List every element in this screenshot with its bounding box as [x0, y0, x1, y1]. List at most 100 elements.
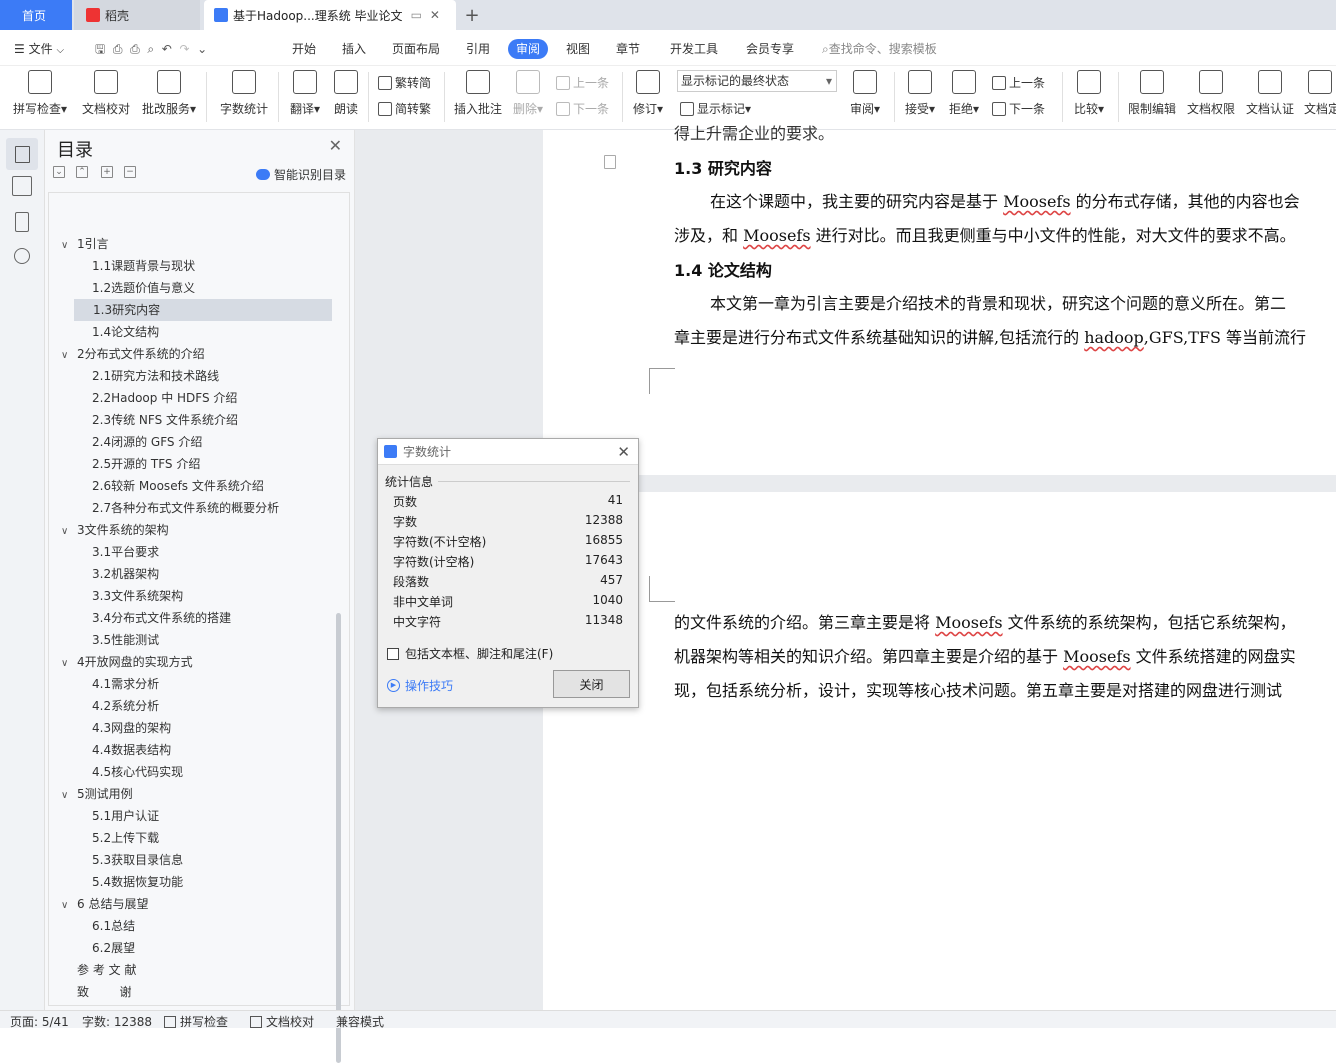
menu-reference[interactable]: 引用: [466, 39, 490, 59]
tab-daoke[interactable]: 稻壳: [74, 0, 200, 30]
toc-item[interactable]: 4.5核心代码实现: [92, 761, 183, 783]
spell-check-button[interactable]: 拼写检查▾: [10, 70, 70, 117]
menu-chapter[interactable]: 章节: [616, 39, 640, 59]
track-changes-button[interactable]: 修订▾: [630, 70, 666, 117]
restrict-editing-button[interactable]: 限制编辑: [1126, 70, 1178, 117]
menu-member[interactable]: 会员专享: [746, 39, 794, 59]
toc-item[interactable]: 3.3文件系统架构: [92, 585, 183, 607]
document-page[interactable]: 得上升需企业的要求。 1.3 研究内容 在这个课题中，我主要的研究内容是基于 M…: [543, 124, 1336, 475]
status-spell-check[interactable]: 拼写检查: [164, 1013, 228, 1030]
spelling-error-word[interactable]: hadoop: [1084, 328, 1144, 347]
add-heading-icon[interactable]: +: [101, 166, 113, 178]
toc-item[interactable]: 4.2系统分析: [92, 695, 159, 717]
close-icon[interactable]: ✕: [617, 443, 630, 461]
include-textbox-checkbox[interactable]: 包括文本框、脚注和尾注(F): [387, 645, 553, 662]
toc-item[interactable]: 2.7各种分布式文件系统的概要分析: [92, 497, 279, 519]
next-change-button[interactable]: 下一条: [992, 100, 1045, 117]
collapse-all-icon[interactable]: ⌄: [53, 166, 65, 178]
toc-item[interactable]: 6.2展望: [92, 937, 135, 959]
new-tab-button[interactable]: +: [462, 0, 482, 30]
toc-item[interactable]: 1.1课题背景与现状: [92, 255, 195, 277]
toc-item[interactable]: ∨ 3文件系统的架构: [61, 519, 169, 541]
chevron-down-icon[interactable]: ∨: [61, 235, 77, 257]
toc-item[interactable]: 2.4闭源的 GFS 介绍: [92, 431, 202, 453]
insert-comment-button[interactable]: 插入批注: [452, 70, 504, 117]
simp-to-trad-button[interactable]: 简转繁: [378, 100, 431, 117]
toc-item[interactable]: ∨ 2分布式文件系统的介绍: [61, 343, 205, 365]
translate-button[interactable]: 翻译▾: [286, 70, 324, 117]
menu-insert[interactable]: 插入: [342, 39, 366, 59]
toc-item[interactable]: 1.3研究内容: [74, 299, 332, 321]
close-icon[interactable]: ✕: [329, 136, 342, 155]
remove-heading-icon[interactable]: −: [124, 166, 136, 178]
spelling-error-word[interactable]: Moosefs: [1063, 647, 1130, 666]
print-icon[interactable]: ⎙: [130, 42, 140, 56]
next-comment-button[interactable]: 下一条: [556, 100, 609, 117]
toc-item[interactable]: 1.4论文结构: [92, 321, 159, 343]
toc-item[interactable]: 5.2上传下载: [92, 827, 159, 849]
undo-icon[interactable]: ↶: [162, 42, 172, 56]
toc-item[interactable]: 5.3获取目录信息: [92, 849, 183, 871]
search-icon[interactable]: [14, 248, 30, 264]
tab-home[interactable]: 首页: [0, 0, 72, 30]
monitor-icon[interactable]: ▭: [411, 8, 422, 22]
menu-review[interactable]: 审阅: [508, 39, 549, 59]
paragraph-menu-icon[interactable]: [604, 155, 616, 169]
word-count-indicator[interactable]: 字数: 12388: [82, 1013, 152, 1030]
chevron-down-icon[interactable]: ∨: [61, 653, 77, 675]
chevron-down-icon[interactable]: ∨: [61, 345, 77, 367]
toc-item[interactable]: 2.5开源的 TFS 介绍: [92, 453, 200, 475]
page-indicator[interactable]: 页面: 5/41: [10, 1013, 69, 1030]
toc-item[interactable]: 2.6较新 Moosefs 文件系统介绍: [92, 475, 264, 497]
toc-item[interactable]: 4.3网盘的架构: [92, 717, 171, 739]
toc-item[interactable]: 1.2选题价值与意义: [92, 277, 195, 299]
chevron-down-icon[interactable]: ∨: [61, 785, 77, 807]
menu-developer[interactable]: 开发工具: [670, 39, 718, 59]
reviewing-pane-button[interactable]: 审阅▾: [846, 70, 884, 117]
reject-button[interactable]: 拒绝▾: [946, 70, 982, 117]
doc-permission-button[interactable]: 文档权限: [1185, 70, 1237, 117]
toc-scrollbar[interactable]: [336, 613, 341, 1063]
toc-item[interactable]: 4.1需求分析: [92, 673, 159, 695]
read-aloud-button[interactable]: 朗读: [330, 70, 362, 117]
toc-item[interactable]: ∨ 6 总结与展望: [61, 893, 148, 915]
prev-change-button[interactable]: 上一条: [992, 74, 1045, 91]
toc-item[interactable]: 参 考 文 献: [61, 959, 136, 981]
accept-button[interactable]: 接受▾: [902, 70, 938, 117]
markup-state-select[interactable]: 显示标记的最终状态: [677, 70, 837, 92]
spelling-error-word[interactable]: Moosefs: [743, 226, 810, 245]
document-page[interactable]: 的文件系统的介绍。第三章主要是将 Moosefs 文件系统的系统架构，包括它系统…: [543, 492, 1336, 1010]
menu-layout[interactable]: 页面布局: [392, 39, 440, 59]
expand-up-icon[interactable]: ⌃: [76, 166, 88, 178]
prev-comment-button[interactable]: 上一条: [556, 74, 609, 91]
chevron-down-icon[interactable]: ∨: [61, 521, 77, 543]
correction-service-button[interactable]: 批改服务▾: [138, 70, 200, 117]
toc-item[interactable]: 致 谢: [61, 981, 132, 1003]
spelling-error-word[interactable]: Moosefs: [935, 613, 1002, 632]
menu-view[interactable]: 视图: [566, 39, 590, 59]
toc-item[interactable]: ∨ 4开放网盘的实现方式: [61, 651, 193, 673]
toc-item[interactable]: 4.4数据表结构: [92, 739, 171, 761]
tips-link[interactable]: ▶ 操作技巧: [387, 677, 453, 694]
bookmark-icon[interactable]: [15, 212, 29, 232]
toc-item[interactable]: 2.2Hadoop 中 HDFS 介绍: [92, 387, 237, 409]
export-pdf-icon[interactable]: ⎙: [113, 42, 123, 56]
proofread-button[interactable]: 文档校对: [78, 70, 134, 117]
print-preview-icon[interactable]: ⌕: [147, 42, 154, 56]
word-count-button[interactable]: 字数统计: [216, 70, 272, 117]
customize-icon[interactable]: ⌄: [197, 42, 207, 56]
delete-comment-button[interactable]: 删除▾: [510, 70, 546, 117]
spelling-error-word[interactable]: Moosefs: [1003, 192, 1070, 211]
toc-item[interactable]: ∨ 1引言: [61, 233, 109, 255]
chevron-down-icon[interactable]: ∨: [61, 895, 77, 917]
tab-close-icon[interactable]: ✕: [430, 8, 440, 22]
menu-start[interactable]: 开始: [292, 39, 316, 59]
close-button[interactable]: 关闭: [553, 670, 630, 698]
file-menu[interactable]: ☰ 文件 ⌵: [14, 39, 64, 59]
toc-panel-icon[interactable]: [6, 138, 38, 170]
save-icon[interactable]: 🖫: [95, 42, 105, 56]
navigation-icon[interactable]: [12, 176, 32, 196]
trad-to-simp-button[interactable]: 繁转简: [378, 74, 431, 91]
doc-certify-button[interactable]: 文档认证: [1244, 70, 1296, 117]
toc-item[interactable]: 5.1用户认证: [92, 805, 159, 827]
